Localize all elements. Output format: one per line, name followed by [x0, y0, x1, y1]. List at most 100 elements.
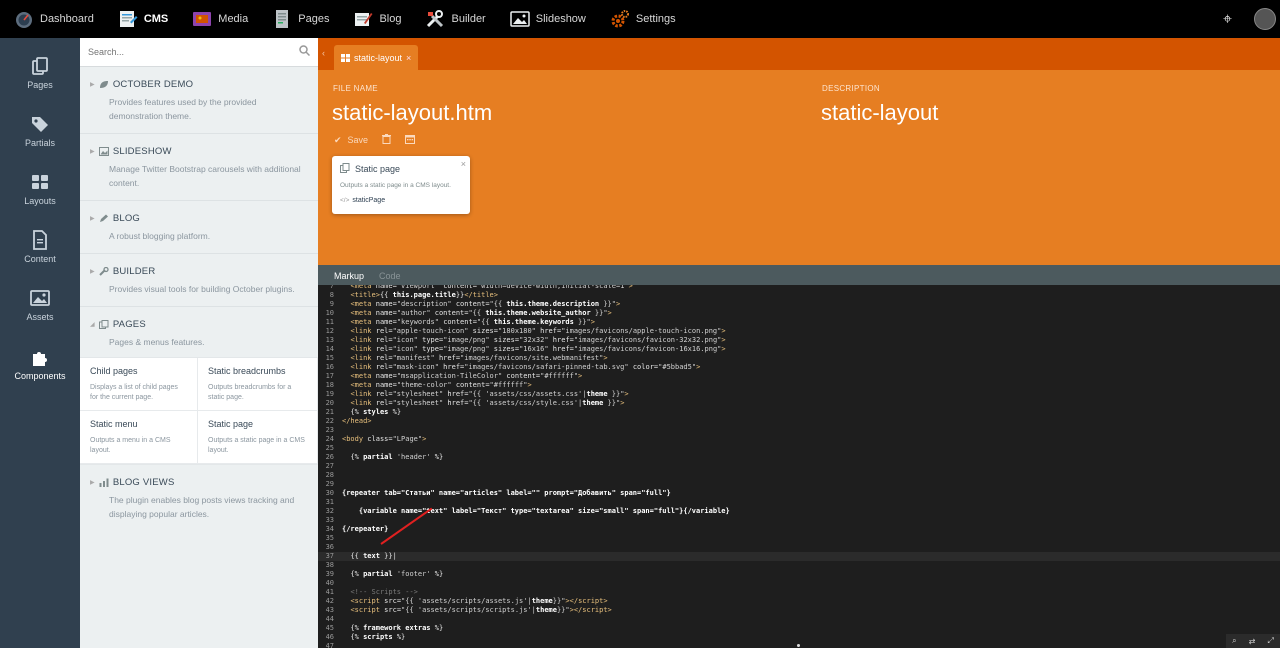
topnav-dashboard[interactable]: Dashboard	[0, 0, 104, 38]
sidenav-layouts-label: Layouts	[24, 196, 56, 206]
plugin-builder[interactable]: ▶ BUILDER Provides visual tools for buil…	[80, 254, 318, 307]
code-line: 11 <meta name="keywords" content="{{ thi…	[325, 318, 595, 326]
tab-code[interactable]: Code	[371, 271, 408, 285]
sidenav-partials-label: Partials	[24, 138, 55, 148]
code-line: 46 {% scripts %}	[325, 633, 406, 641]
plugin-description: A robust blogging platform.	[109, 231, 211, 241]
tab-static-layout[interactable]: static-layout ×	[334, 45, 419, 70]
editor-tools: ⌕ ⇄ ⤢	[1226, 634, 1280, 648]
file-name-field[interactable]: static-layout.htm	[332, 100, 492, 126]
expand-triangle-icon[interactable]: ▶	[90, 215, 95, 222]
code-line: 27	[325, 462, 334, 470]
code-line: 18 <meta name="theme-color" content="#ff…	[325, 381, 532, 389]
component-description: Outputs a static page in a CMS layout.	[208, 437, 305, 454]
code-editor[interactable]: 7 <meta name="viewport" content="width=d…	[318, 285, 1280, 648]
component-title: Static breadcrumbs	[208, 366, 286, 376]
topnav-cms[interactable]: CMS	[104, 0, 178, 38]
sidenav-assets-label: Assets	[26, 312, 54, 322]
expand-triangle-icon[interactable]: ▶	[90, 148, 95, 155]
plugin-name: SLIDESHOW	[112, 146, 172, 157]
delete-button[interactable]	[382, 134, 392, 146]
code-line: 9 <meta name="description" content="{{ t…	[329, 300, 621, 308]
code-line: 28	[325, 471, 334, 479]
expand-triangle-icon[interactable]: ▶	[90, 268, 95, 275]
tab-close-icon[interactable]: ×	[406, 53, 411, 63]
sidenav-components[interactable]: Components	[0, 347, 80, 381]
sidenav-components-label: Components	[14, 371, 66, 381]
code-line: 19 <link rel="stylesheet" href="{{ 'asse…	[325, 390, 629, 398]
code-line: 39 {% partial 'footer' %}	[325, 570, 444, 578]
description-field[interactable]: static-layout	[821, 100, 938, 126]
sidenav-content[interactable]: Content	[0, 230, 80, 264]
save-button[interactable]: ✔ Save	[334, 135, 368, 146]
sidenav-partials[interactable]: Partials	[0, 114, 80, 148]
code-line-active: 37 {{ text }}|	[318, 552, 1280, 562]
component-child-pages[interactable]: Child pages Displays a list of child pag…	[80, 358, 198, 411]
top-navigation-bar: Dashboard CMS Media Pages Blog Builder S…	[0, 0, 1280, 38]
code-line: 31	[325, 498, 334, 506]
sidenav-content-label: Content	[24, 254, 56, 264]
close-icon[interactable]: ×	[461, 159, 466, 169]
replace-icon[interactable]: ⇄	[1249, 637, 1256, 646]
component-static-page[interactable]: Static page Outputs a static page in a C…	[198, 411, 318, 464]
code-line: 20 <link rel="stylesheet" href="{{ 'asse…	[325, 399, 625, 407]
pages-icon	[98, 320, 109, 329]
plugin-description: Pages & menus features.	[109, 337, 205, 347]
code-line: 44	[325, 615, 334, 623]
puzzle-icon	[30, 347, 50, 367]
code-line: 29	[325, 480, 334, 488]
popup-title: Static page	[355, 164, 401, 174]
calendar-button[interactable]	[405, 134, 416, 146]
search-icon[interactable]	[299, 43, 311, 61]
preview-crosshair-icon[interactable]: ⌖	[1223, 9, 1232, 29]
topnav-media[interactable]: Media	[178, 0, 258, 38]
plugin-blog[interactable]: ▶ BLOG A robust blogging platform.	[80, 201, 318, 254]
code-line: 14 <link rel="icon" type="image/png" siz…	[325, 345, 726, 353]
plugin-october-demo[interactable]: ▶ OCTOBER DEMO Provides features used by…	[80, 67, 318, 134]
code-line: 35	[325, 534, 334, 542]
cms-side-navigation: Pages Partials Layouts Content Assets Co…	[0, 38, 80, 648]
plugin-description: Manage Twitter Bootstrap carousels with …	[109, 164, 301, 188]
code-line: 23	[325, 426, 334, 434]
component-title: Static menu	[90, 419, 138, 429]
media-icon	[192, 9, 212, 29]
avatar[interactable]	[1254, 8, 1276, 30]
topnav-settings[interactable]: Settings	[596, 0, 686, 38]
content-icon	[30, 230, 50, 250]
plugin-blog-views[interactable]: ▶ BLOG VIEWS The plugin enables blog pos…	[80, 465, 318, 531]
code-line: 34 {/repeater}	[325, 525, 389, 533]
component-static-menu[interactable]: Static menu Outputs a menu in a CMS layo…	[80, 411, 198, 464]
plugin-pages[interactable]: ◢ PAGES Pages & menus features.	[80, 307, 318, 357]
topnav-builder[interactable]: Builder	[411, 0, 495, 38]
component-static-breadcrumbs[interactable]: Static breadcrumbs Outputs breadcrumbs f…	[198, 358, 318, 411]
wrench-icon	[99, 266, 109, 276]
expand-triangle-icon[interactable]: ▶	[90, 81, 95, 88]
topnav-cms-label: CMS	[143, 13, 169, 25]
search-icon[interactable]: ⌕	[1232, 636, 1236, 646]
plugin-description: Provides features used by the provided d…	[109, 97, 257, 121]
sidenav-layouts[interactable]: Layouts	[0, 172, 80, 206]
plugin-name: BLOG VIEWS	[112, 477, 175, 488]
collapse-triangle-icon[interactable]: ◢	[90, 321, 95, 328]
search-input[interactable]	[88, 47, 299, 57]
tab-bar: ‹ static-layout ×	[318, 38, 1280, 70]
code-line: 36	[325, 543, 334, 551]
code-line: 33	[325, 516, 334, 524]
description-label: DESCRIPTION	[822, 84, 880, 93]
check-icon: ✔	[334, 134, 342, 145]
topnav-blog[interactable]: Blog	[339, 0, 411, 38]
component-popup-static-page[interactable]: × Static page Outputs a static page in a…	[332, 156, 470, 214]
fullscreen-icon[interactable]: ⤢	[1268, 636, 1274, 646]
tabs-scroll-left-icon[interactable]: ‹	[322, 48, 325, 58]
topnav-pages[interactable]: Pages	[258, 0, 339, 38]
expand-triangle-icon[interactable]: ▶	[90, 479, 95, 486]
topnav-dashboard-label: Dashboard	[40, 13, 94, 25]
sidenav-pages[interactable]: Pages	[0, 56, 80, 90]
sidenav-pages-label: Pages	[27, 80, 53, 90]
sidenav-assets[interactable]: Assets	[0, 288, 80, 322]
topnav-slideshow[interactable]: Slideshow	[496, 0, 596, 38]
plugin-slideshow[interactable]: ▶ SLIDESHOW Manage Twitter Bootstrap car…	[80, 134, 318, 201]
topnav-settings-label: Settings	[635, 13, 676, 25]
tab-markup[interactable]: Markup	[318, 271, 371, 285]
layouts-icon	[30, 172, 50, 192]
